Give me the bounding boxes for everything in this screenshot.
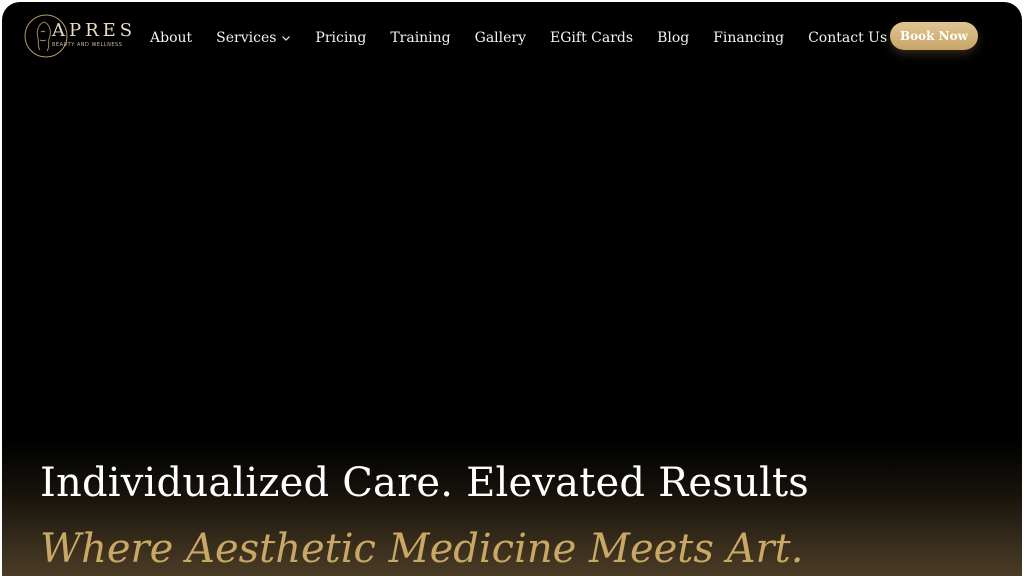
- nav-item-label: EGift Cards: [550, 30, 634, 46]
- nav-item-label: Contact Us: [808, 30, 888, 46]
- main-nav: About Services Pricing Training Gallery …: [150, 27, 887, 49]
- nav-item-label: Services: [216, 30, 277, 46]
- nav-item-services[interactable]: Services: [216, 30, 291, 46]
- nav-item-egift-cards[interactable]: EGift Cards: [550, 30, 633, 46]
- site-header: APRES BEAUTY AND WELLNESS About Services…: [2, 2, 1022, 74]
- page-frame: APRES BEAUTY AND WELLNESS About Services…: [2, 2, 1022, 576]
- brand-tagline: BEAUTY AND WELLNESS: [52, 42, 123, 48]
- hero-subtitle: Where Aesthetic Medicine Meets Art.: [40, 526, 804, 572]
- chevron-down-icon: [282, 36, 291, 41]
- nav-item-pricing[interactable]: Pricing: [315, 30, 366, 46]
- nav-item-contact-us[interactable]: Contact Us: [808, 30, 887, 46]
- book-now-button[interactable]: Book Now: [890, 22, 978, 50]
- nav-item-label: Training: [390, 30, 451, 46]
- nav-item-gallery[interactable]: Gallery: [475, 30, 526, 46]
- nav-item-about[interactable]: About: [150, 30, 192, 46]
- nav-item-label: Financing: [713, 30, 785, 46]
- nav-item-blog[interactable]: Blog: [657, 30, 689, 46]
- nav-item-label: Gallery: [474, 30, 527, 46]
- hero-title: Individualized Care. Elevated Results: [40, 460, 809, 506]
- nav-item-label: About: [150, 30, 193, 46]
- brand-logo[interactable]: APRES BEAUTY AND WELLNESS: [22, 12, 132, 64]
- nav-item-label: Blog: [657, 30, 690, 46]
- nav-item-financing[interactable]: Financing: [713, 30, 784, 46]
- nav-item-label: Pricing: [315, 30, 367, 46]
- brand-name: APRES: [52, 20, 137, 41]
- nav-item-training[interactable]: Training: [390, 30, 450, 46]
